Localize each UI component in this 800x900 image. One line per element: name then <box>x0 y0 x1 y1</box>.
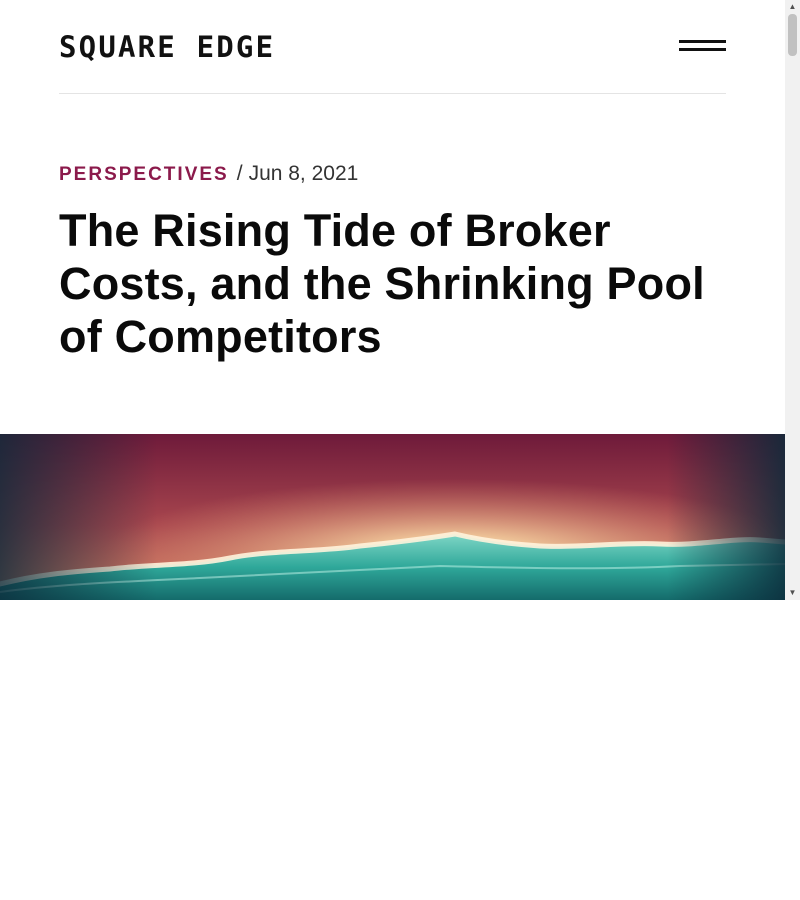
category-link[interactable]: PERSPECTIVES <box>59 164 229 185</box>
scroll-up-arrow-icon[interactable]: ▲ <box>785 0 800 14</box>
wave-image <box>0 434 785 600</box>
hero-image <box>0 434 785 600</box>
scroll-thumb[interactable] <box>788 14 797 56</box>
meta-separator: / <box>236 162 243 185</box>
menu-bar-top <box>679 40 726 43</box>
article-meta: PERSPECTIVES / Jun 8, 2021 <box>59 160 358 189</box>
site-logo[interactable]: SQUARE EDGE <box>59 31 275 63</box>
browser-viewport: SQUARE EDGE PERSPECTIVES / Jun 8, 2021 The… <box>0 0 800 600</box>
site-header: SQUARE EDGE <box>59 0 726 94</box>
menu-bar-bottom <box>679 48 726 51</box>
hamburger-menu-icon[interactable] <box>679 38 726 54</box>
publish-date: Jun 8, 2021 <box>248 162 359 185</box>
vertical-scrollbar[interactable]: ▲ ▼ <box>785 0 800 600</box>
article-title: The Rising Tide of Broker Costs, and the… <box>59 205 705 362</box>
article-page: SQUARE EDGE PERSPECTIVES / Jun 8, 2021 The… <box>0 0 785 600</box>
scroll-down-arrow-icon[interactable]: ▼ <box>785 586 800 600</box>
